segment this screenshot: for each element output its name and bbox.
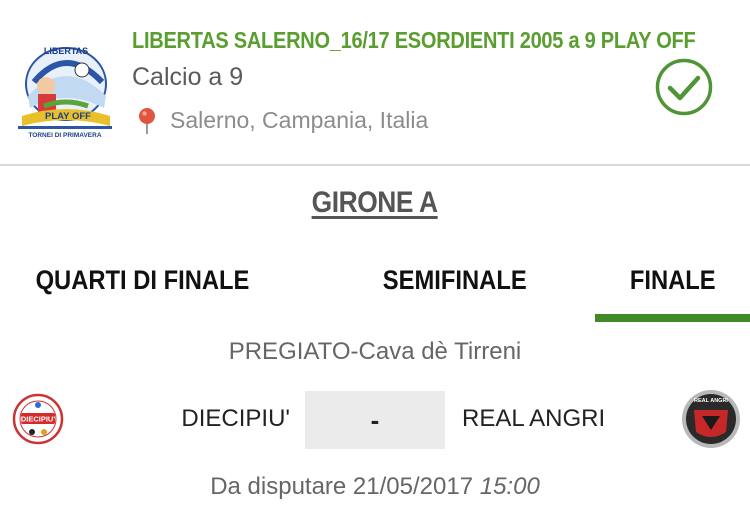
svg-text:TORNEI DI PRIMAVERA: TORNEI DI PRIMAVERA [28, 132, 101, 139]
tab-finale[interactable]: FINALE [595, 262, 750, 322]
tab-label: FINALE [629, 265, 716, 295]
away-team-logo: REAL ANGRI [680, 388, 742, 450]
home-team-logo: DIECIPIU' [8, 393, 68, 445]
svg-text:REAL ANGRI: REAL ANGRI [694, 398, 728, 404]
match-date: Da disputare 21/05/2017 [210, 473, 474, 500]
tab-semifinale[interactable]: SEMIFINALE [340, 262, 570, 322]
home-team-name[interactable]: DIECIPIU' [150, 405, 290, 433]
group-title-label: GIRONE A [311, 186, 439, 219]
tab-label: QUARTI DI FINALE [35, 265, 250, 295]
tournament-logo: LIBERTAS PLAY OFF TORNEI DI PRIMAVERA [14, 36, 116, 140]
group-title[interactable]: GIRONE A [0, 186, 750, 220]
match-time: 15:00 [479, 473, 540, 500]
location-text: Salerno, Campania, Italia [170, 107, 429, 133]
sport-type: Calcio a 9 [132, 63, 244, 91]
location-pin-icon [136, 107, 158, 135]
svg-text:PLAY OFF: PLAY OFF [45, 111, 91, 122]
svg-text:LIBERTAS: LIBERTAS [44, 46, 88, 56]
svg-text:DIECIPIU': DIECIPIU' [21, 415, 56, 424]
match-venue: PREGIATO-Cava dè Tirreni [228, 338, 522, 365]
score-value: - [370, 404, 380, 435]
tournament-title: LIBERTAS SALERNO_16/17 ESORDIENTI 2005 a… [132, 27, 696, 53]
tab-quarti-di-finale[interactable]: QUARTI DI FINALE [0, 262, 285, 322]
active-tab-indicator [595, 314, 750, 322]
header-divider [0, 164, 750, 166]
match-score[interactable]: - [305, 391, 445, 449]
check-circle-icon[interactable] [654, 57, 714, 117]
match-status: Da disputare 21/05/2017 15:00 [0, 473, 750, 501]
away-team-name[interactable]: REAL ANGRI [462, 405, 605, 433]
tab-label: SEMIFINALE [383, 265, 527, 295]
